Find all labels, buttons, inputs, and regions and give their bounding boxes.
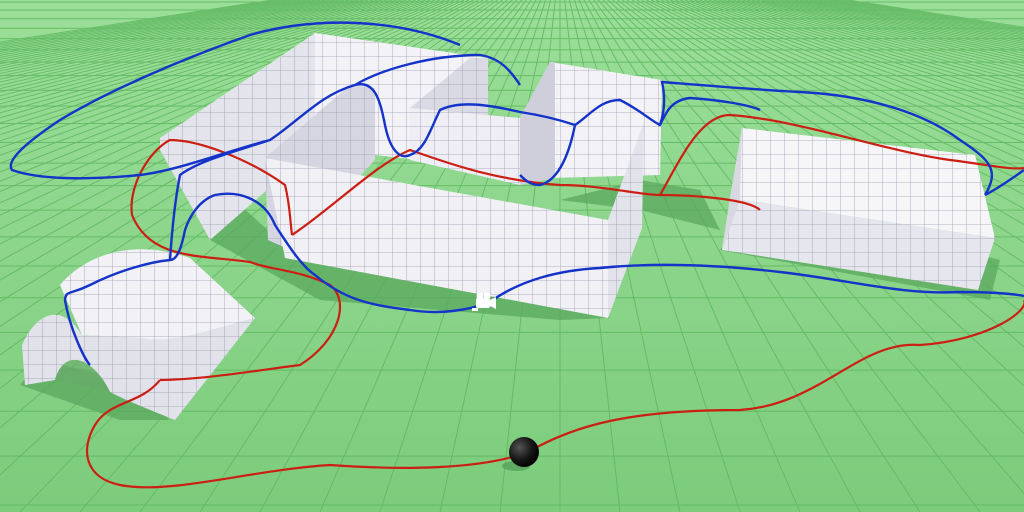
scene-canvas bbox=[0, 0, 1024, 512]
game-viewport[interactable] bbox=[0, 0, 1024, 512]
